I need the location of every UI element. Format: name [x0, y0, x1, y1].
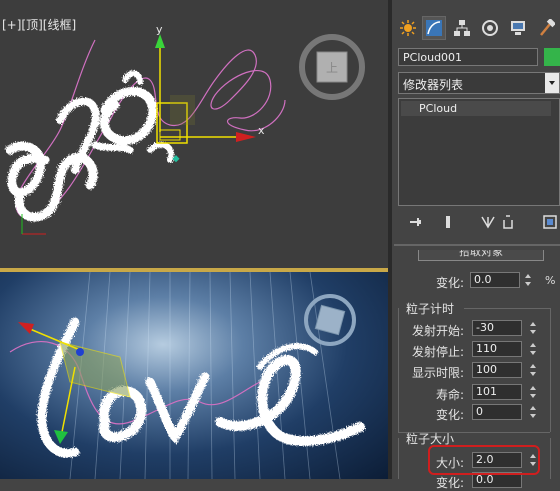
y-axis-label: y	[156, 23, 163, 36]
svg-text:上: 上	[326, 61, 338, 75]
show-end-result-icon[interactable]	[438, 212, 458, 232]
modify-tab[interactable]	[422, 16, 446, 40]
stack-item-pcloud[interactable]: PCloud	[401, 101, 551, 116]
life-label: 寿命:	[435, 388, 464, 402]
spinner-arrows-icon[interactable]	[528, 384, 538, 400]
life-variation-spinner[interactable]: 0	[472, 404, 522, 420]
life-variation-row: 变化: 0	[392, 404, 560, 422]
variation-unit: %	[545, 274, 556, 287]
display-tab[interactable]	[506, 16, 530, 40]
utilities-hammer-icon	[540, 19, 555, 36]
modifier-list-dropdown[interactable]: 修改器列表	[398, 72, 560, 94]
make-unique-icon[interactable]	[478, 212, 498, 232]
life-variation-label: 变化:	[435, 408, 464, 422]
life-spinner[interactable]: 101	[472, 384, 522, 400]
motion-icon	[482, 20, 498, 36]
variation-spinner[interactable]: 0.0	[470, 272, 520, 288]
life-row: 寿命: 101	[392, 384, 560, 402]
motion-tab[interactable]	[478, 16, 502, 40]
remove-modifier-icon[interactable]	[498, 212, 518, 232]
perspective-scene	[9, 272, 365, 479]
emit-stop-label: 发射停止:	[411, 345, 464, 359]
emit-start-label: 发射开始:	[411, 324, 464, 338]
spinner-arrows-icon[interactable]	[528, 404, 538, 420]
x-axis-label: x	[258, 124, 265, 137]
viewcube-persp	[314, 304, 346, 336]
emit-stop-spinner[interactable]: 110	[472, 341, 522, 357]
hierarchy-tab[interactable]	[450, 16, 474, 40]
display-until-spinner[interactable]: 100	[472, 362, 522, 378]
top-viewport-scene: x y 上	[5, 23, 365, 235]
perspective-viewport[interactable]	[0, 272, 388, 479]
size-variation-label: 变化:	[435, 476, 464, 490]
emit-start-spinner[interactable]: -30	[472, 320, 522, 336]
hierarchy-icon	[454, 20, 470, 36]
modifier-list-label: 修改器列表	[403, 78, 464, 92]
display-until-row: 显示时限: 100	[392, 362, 560, 380]
rollout-divider	[394, 244, 560, 246]
create-tab[interactable]	[396, 16, 420, 40]
spinner-arrows-icon[interactable]	[528, 320, 538, 336]
top-viewport[interactable]: [+][顶][线框] x y 上	[0, 0, 388, 268]
panel-tabs	[392, 10, 560, 42]
emit-start-row: 发射开始: -30	[392, 320, 560, 338]
particle-cloud	[5, 70, 174, 222]
particle-timing-group-title: 粒子计时	[406, 302, 455, 316]
stack-toolbar	[398, 210, 560, 234]
dropdown-arrow-icon[interactable]	[545, 73, 559, 93]
size-highlight-box	[428, 445, 540, 475]
love-particles	[37, 317, 365, 458]
spinner-arrows-icon[interactable]	[523, 272, 533, 288]
pin-stack-icon[interactable]	[406, 212, 426, 232]
modify-curve-icon	[426, 20, 442, 36]
variation-row: 变化: 0.0 %	[392, 272, 560, 290]
utilities-tab[interactable]	[534, 16, 558, 40]
display-icon	[511, 21, 525, 35]
object-color-swatch[interactable]	[544, 48, 560, 66]
emit-stop-row: 发射停止: 110	[392, 341, 560, 359]
configure-sets-icon[interactable]	[540, 212, 560, 232]
pick-object-button[interactable]: 拾取对象	[418, 250, 544, 261]
variation-label: 变化:	[435, 276, 464, 290]
display-until-label: 显示时限:	[411, 366, 464, 380]
spinner-arrows-icon[interactable]	[528, 362, 538, 378]
sun-create-icon	[400, 20, 416, 36]
object-name-field[interactable]: PCloud001	[398, 48, 538, 66]
command-panel: PCloud001 修改器列表 PCloud 拾取对象 变化: 0.0 % 粒子…	[392, 0, 560, 490]
spinner-arrows-icon[interactable]	[528, 341, 538, 357]
modifier-stack[interactable]: PCloud	[398, 98, 560, 206]
